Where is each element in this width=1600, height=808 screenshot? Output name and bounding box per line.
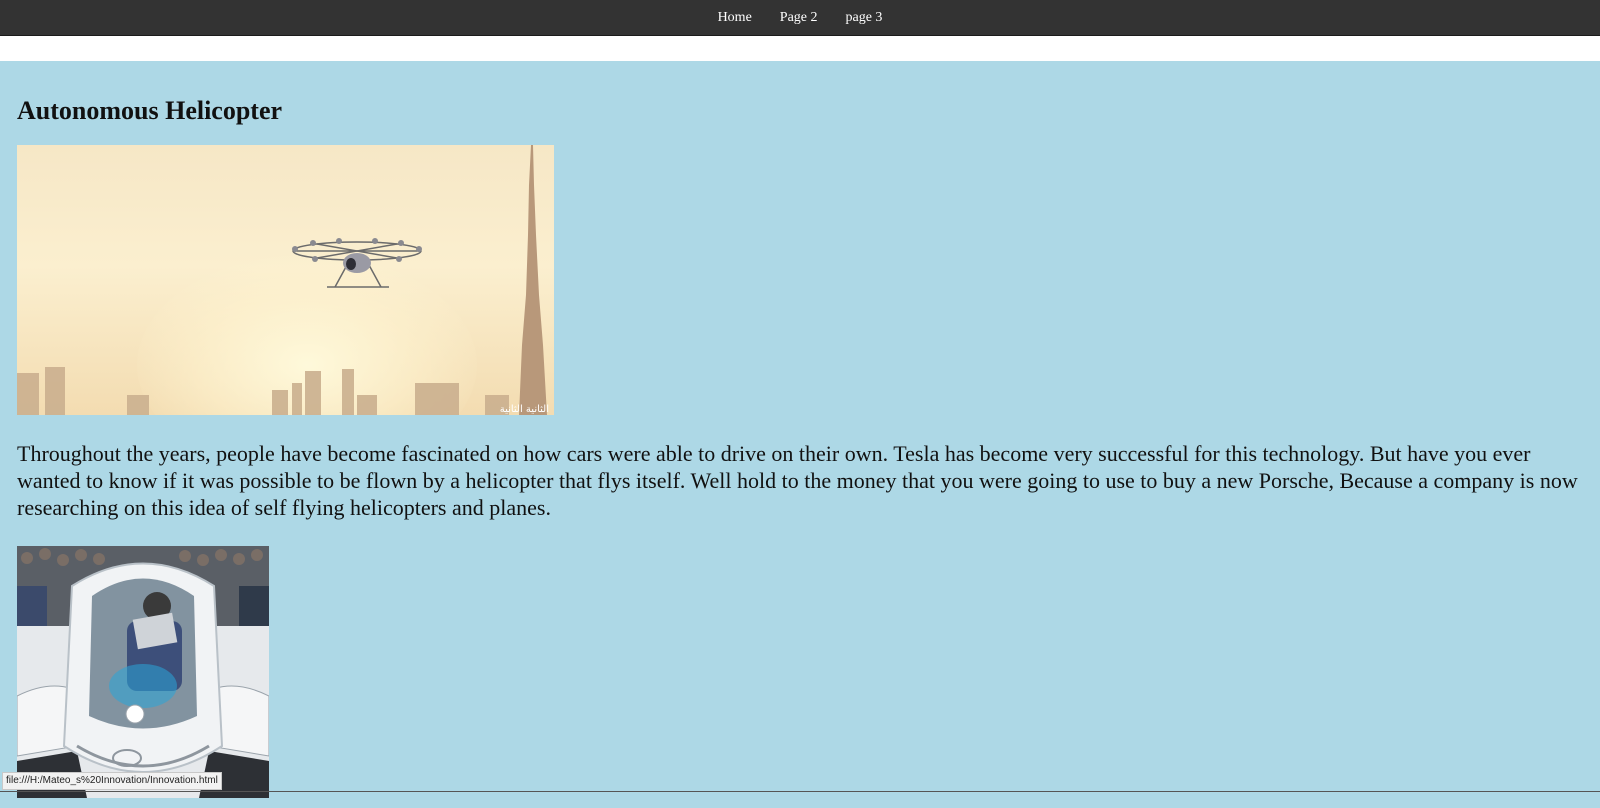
autonomous-helicopter-photo: الثانية الثانية (17, 145, 554, 415)
drone-skyline-illustration: الثانية الثانية (17, 145, 549, 415)
link-status-bar: file:///H:/Mateo_s%20Innovation/Innovati… (2, 772, 222, 790)
window-bottom-border (0, 791, 1600, 792)
nav-link-page-3[interactable]: page 3 (832, 0, 897, 35)
top-navigation-bar: Home Page 2 page 3 (0, 0, 1600, 36)
video-watermark: الثانية الثانية (500, 404, 549, 415)
passenger-drone-illustration (17, 546, 269, 798)
nav-link-home[interactable]: Home (704, 0, 766, 35)
nav-link-page-2[interactable]: Page 2 (766, 0, 832, 35)
header-spacer (0, 36, 1600, 61)
article-paragraph: Throughout the years, people have become… (17, 441, 1578, 520)
page-title: Autonomous Helicopter (17, 96, 283, 125)
passenger-drone-photo (17, 546, 269, 798)
